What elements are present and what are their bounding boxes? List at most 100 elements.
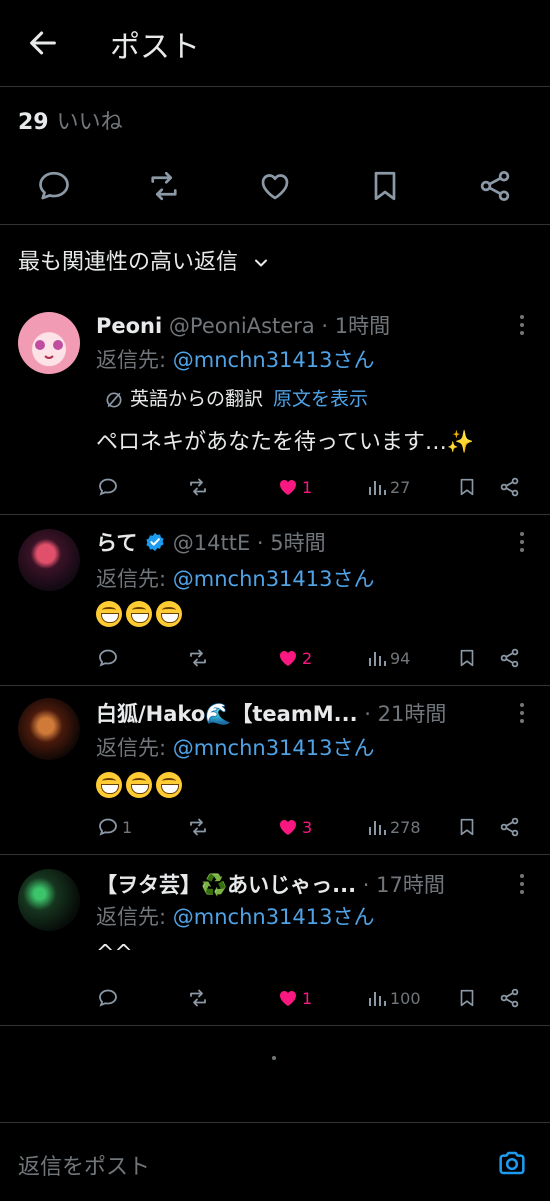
share-icon — [500, 988, 519, 1008]
reply-handle[interactable]: @PeoniAstera — [169, 314, 315, 338]
reply-display-name[interactable]: らて — [96, 531, 137, 555]
share-icon — [500, 477, 519, 497]
reply-to-mention[interactable]: @mnchn31413さん — [173, 348, 375, 372]
like-icon[interactable] — [257, 168, 293, 204]
heart-filled-icon — [280, 480, 296, 495]
reply-icon[interactable] — [36, 168, 72, 204]
reply-item[interactable]: らて @14ttE · 5時間 返信先: @mnchn31413さん 2 94 — [0, 515, 550, 686]
reply-to-label: 返信先: — [96, 348, 173, 372]
reply-comment-button[interactable]: 1 — [96, 812, 132, 842]
more-icon[interactable] — [516, 702, 528, 724]
reply-action-bar: 1 3 278 — [96, 812, 536, 842]
reply-comment-button[interactable] — [96, 643, 122, 673]
like-count: 3 — [302, 817, 313, 837]
grinning-emoji-icon — [126, 772, 152, 798]
reply-like-button[interactable]: 1 — [276, 472, 312, 502]
reply-to-mention[interactable]: @mnchn31413さん — [173, 905, 375, 929]
reply-bookmark-button[interactable] — [456, 643, 480, 673]
reply-like-button[interactable]: 3 — [276, 812, 312, 842]
bookmark-icon — [460, 818, 474, 836]
more-icon[interactable] — [516, 314, 528, 336]
reply-user-line: 【ヲタ芸】♻️あいじゃっ... · 17時間 — [96, 869, 445, 899]
views-count: 278 — [390, 817, 421, 837]
grinning-emoji-icon — [156, 772, 182, 798]
reply-bookmark-button[interactable] — [456, 472, 480, 502]
reply-share-button[interactable] — [498, 472, 524, 502]
reply-action-bar: 2 94 — [96, 643, 536, 673]
reply-item[interactable]: Peoni @PeoniAstera · 1時間 返信先: @mnchn3141… — [0, 296, 550, 515]
comment-icon — [99, 989, 117, 1007]
avatar[interactable] — [18, 869, 80, 931]
show-original-link[interactable]: 原文を表示 — [273, 388, 368, 410]
reply-comment-button[interactable] — [96, 472, 122, 502]
reply-sort-selector[interactable]: 最も関連性の高い返信 — [18, 244, 271, 276]
reply-to-line: 返信先: @mnchn31413さん — [96, 563, 375, 593]
reply-time: · 1時間 — [321, 314, 391, 338]
comment-icon — [99, 649, 117, 667]
reply-handle[interactable]: @14ttE — [173, 531, 250, 555]
avatar[interactable] — [18, 312, 80, 374]
top-bar: ポスト — [0, 0, 550, 87]
reply-item[interactable]: 【ヲタ芸】♻️あいじゃっ... · 17時間 返信先: @mnchn31413さ… — [0, 855, 550, 1026]
reply-to-mention[interactable]: @mnchn31413さん — [173, 736, 375, 760]
reply-comment-button[interactable] — [96, 983, 122, 1013]
likes-summary[interactable]: 29 いいね — [18, 104, 123, 136]
reply-to-mention[interactable]: @mnchn31413さん — [173, 567, 375, 591]
reply-bookmark-button[interactable] — [456, 983, 480, 1013]
bookmark-icon — [460, 478, 474, 496]
reply-to-line: 返信先: @mnchn31413さん — [96, 901, 375, 931]
avatar[interactable] — [18, 698, 80, 760]
more-icon[interactable] — [516, 531, 528, 553]
reply-views-button[interactable]: 278 — [366, 812, 421, 842]
reply-to-label: 返信先: — [96, 736, 173, 760]
reply-share-button[interactable] — [498, 983, 524, 1013]
reply-display-name[interactable]: 白狐/Hako🌊【teamM... — [96, 702, 358, 726]
reply-user-line: Peoni @PeoniAstera · 1時間 — [96, 310, 390, 340]
grinning-emoji-icon — [96, 772, 122, 798]
translate-icon — [106, 392, 122, 407]
reply-time: · 5時間 — [256, 531, 326, 555]
heart-filled-icon — [280, 651, 296, 666]
reply-item[interactable]: 白狐/Hako🌊【teamM... · 21時間 返信先: @mnchn3141… — [0, 686, 550, 855]
reply-views-button[interactable]: 27 — [366, 472, 410, 502]
reply-display-name[interactable]: 【ヲタ芸】♻️あいじゃっ... — [96, 873, 356, 897]
views-icon — [369, 992, 386, 1006]
reply-repost-button[interactable] — [186, 643, 212, 673]
reply-user-line: らて @14ttE · 5時間 — [96, 527, 326, 557]
repost-icon[interactable] — [146, 168, 182, 204]
more-icon[interactable] — [516, 873, 528, 895]
page-title: ポスト — [110, 30, 200, 65]
repost-icon — [190, 478, 206, 496]
reply-compose-bar[interactable]: 返信をポスト — [0, 1122, 550, 1201]
back-arrow-icon[interactable] — [26, 26, 60, 60]
reply-to-label: 返信先: — [96, 905, 173, 929]
reply-to-line: 返信先: @mnchn31413さん — [96, 344, 375, 374]
reply-share-button[interactable] — [498, 812, 524, 842]
reply-input-placeholder[interactable]: 返信をポスト — [18, 1149, 150, 1181]
reply-share-button[interactable] — [498, 643, 524, 673]
share-icon — [500, 648, 519, 668]
reply-user-line: 白狐/Hako🌊【teamM... · 21時間 — [96, 698, 446, 728]
reply-bookmark-button[interactable] — [456, 812, 480, 842]
views-icon — [369, 481, 386, 495]
views-icon — [369, 652, 386, 666]
reply-repost-button[interactable] — [186, 812, 212, 842]
share-icon[interactable] — [477, 168, 513, 204]
reply-repost-button[interactable] — [186, 472, 212, 502]
reply-views-button[interactable]: 94 — [366, 643, 410, 673]
camera-icon[interactable] — [496, 1147, 528, 1179]
reply-to-line: 返信先: @mnchn31413さん — [96, 732, 375, 762]
views-count: 94 — [390, 648, 411, 668]
reply-repost-button[interactable] — [186, 983, 212, 1013]
reply-like-button[interactable]: 2 — [276, 643, 312, 673]
views-count: 100 — [390, 988, 421, 1008]
reply-like-button[interactable]: 1 — [276, 983, 312, 1013]
reply-display-name[interactable]: Peoni — [96, 314, 162, 338]
like-count: 2 — [302, 648, 313, 668]
likes-label: いいね — [56, 110, 123, 135]
anime-avatar-icon — [35, 340, 63, 359]
reply-views-button[interactable]: 100 — [366, 983, 421, 1013]
bookmark-icon[interactable] — [367, 168, 403, 204]
comment-icon — [99, 818, 117, 836]
avatar[interactable] — [18, 529, 80, 591]
